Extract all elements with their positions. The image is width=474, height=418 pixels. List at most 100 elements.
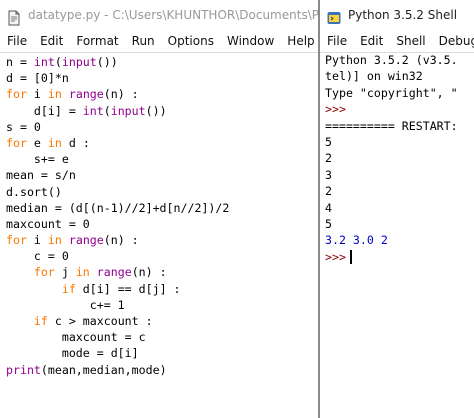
code-line: print(mean,median,mode) — [6, 362, 318, 378]
shell-menu-edit[interactable]: Edit — [353, 30, 383, 52]
code-line: if d[i] == d[j] : — [6, 281, 318, 297]
code-line-token: for — [6, 135, 27, 150]
code-line-token: j — [54, 265, 76, 280]
code-line-token: i — [26, 87, 48, 102]
code-line-token: if — [61, 281, 76, 296]
code-line: maxcount = 0 — [6, 216, 318, 232]
editor-menu-options[interactable]: Options — [161, 30, 214, 52]
shell-title: Python 3.5.2 Shell — [348, 8, 458, 22]
shell-line-token: Python 3.5.2 (v3.5. — [325, 53, 458, 67]
code-line: for i in range(n) : — [6, 232, 318, 248]
code-line-token: d.sort() — [6, 184, 62, 199]
code-line-token: ()) — [96, 55, 118, 69]
shell-line: 5 — [325, 216, 458, 232]
editor-menu-file[interactable]: File — [0, 30, 27, 52]
shell-line: 5 — [325, 134, 458, 150]
code-line-token: if — [33, 314, 48, 328]
code-line: c+= 1 — [6, 297, 318, 313]
code-line-token: median = (d[(n-1)//2]+d[n//2])/2 — [6, 200, 230, 215]
code-line-token: e — [26, 135, 48, 150]
code-line-token: (n) : — [131, 265, 167, 280]
code-line-token: range — [68, 87, 104, 102]
code-line-token: c = 0 — [6, 249, 69, 264]
python-shell-icon — [326, 7, 342, 24]
code-line: for j in range(n) : — [6, 264, 318, 280]
code-line: for e in d : — [6, 135, 318, 151]
editor-menu-help[interactable]: Help — [280, 30, 314, 52]
shell-line-token: ========== RESTART: — [325, 118, 458, 133]
editor-menubar: File Edit Format Run Options Window Help — [0, 30, 318, 53]
code-line-token: i — [26, 233, 48, 248]
shell-line: 2 — [325, 183, 458, 199]
code-line-token: ()) — [145, 103, 167, 118]
code-line-token: c > maxcount : — [47, 314, 153, 328]
editor-menu-run[interactable]: Run — [125, 30, 155, 52]
shell-line: Type "copyright", " — [325, 85, 458, 101]
code-line-token: print — [6, 362, 41, 377]
code-line-token: s+= e — [6, 152, 69, 167]
shell-line-token: tel)] on win32 — [325, 69, 423, 84]
code-line-token: input — [61, 55, 97, 69]
editor-titlebar: datatype.py - C:\Users\KHUNTHOR\Document… — [0, 0, 318, 30]
code-line-token — [6, 265, 34, 279]
shell-line-token: 3 — [325, 167, 332, 182]
code-line-token: mean = s/n — [6, 168, 76, 183]
code-line-token — [90, 265, 97, 279]
shell-menu-shell[interactable]: Shell — [389, 30, 425, 52]
code-line-token: int — [82, 103, 104, 118]
code-line-token — [62, 87, 69, 101]
python-file-icon — [6, 7, 22, 26]
code-line-token: int — [33, 55, 55, 69]
editor-menu-window[interactable]: Window — [220, 30, 274, 52]
shell-line: 2 — [325, 150, 458, 166]
code-line-token: ( — [54, 55, 62, 69]
shell-line-token: >>> — [325, 249, 346, 264]
shell-line: ========== RESTART: — [325, 118, 458, 134]
shell-line: tel)] on win32 — [325, 68, 458, 84]
shell-line: 3 — [325, 167, 458, 183]
shell-line-token: 5 — [325, 135, 332, 150]
code-line-token: for — [6, 87, 27, 102]
shell-line: 3.2 3.0 2 — [325, 232, 458, 248]
code-line-token: d[i] == d[j] : — [75, 281, 181, 296]
code-line-token — [6, 314, 34, 328]
code-line-token: maxcount = c — [6, 330, 146, 345]
code-line-token — [62, 233, 69, 247]
shell-window[interactable]: Python 3.5.2 Shell File Edit Shell Debug Py… — [320, 0, 474, 418]
code-line: median = (d[(n-1)//2]+d[n//2])/2 — [6, 200, 318, 216]
code-line: d.sort() — [6, 184, 318, 200]
code-line-token: for — [33, 265, 55, 280]
shell-line: Python 3.5.2 (v3.5. — [325, 52, 458, 68]
shell-line-token: 2 — [325, 184, 332, 199]
code-line: d = [0]*n — [6, 70, 318, 86]
editor-menu-edit[interactable]: Edit — [33, 30, 63, 52]
shell-line: >>> — [325, 101, 458, 117]
shell-output-area[interactable]: Python 3.5.2 (v3.5. tel)] on win32 Type "c… — [325, 52, 458, 265]
code-line-token — [6, 282, 62, 296]
code-line-token: input — [110, 103, 146, 118]
shell-line-token: 2 — [325, 151, 332, 166]
editor-title: datatype.py - C:\Users\KHUNTHOR\Document… — [28, 8, 318, 22]
code-line-token: (n) : — [103, 87, 139, 102]
shell-menu-debug[interactable]: Debug — [432, 30, 474, 52]
code-line-token: s = 0 — [6, 119, 41, 134]
code-line: d[i] = int(input()) — [6, 103, 318, 119]
shell-menu-file[interactable]: File — [320, 30, 347, 52]
shell-line-token: 4 — [325, 200, 332, 215]
shell-line: 4 — [325, 200, 458, 216]
code-line-token: (n) : — [103, 233, 139, 248]
code-line-token: d : — [61, 135, 90, 150]
code-line-token: ( — [103, 103, 111, 118]
code-editor-area[interactable]: n = int(input()) d = [0]*n for i in range(… — [6, 54, 318, 418]
code-line-token: d[i] = — [6, 103, 83, 118]
code-line-token: n = — [6, 55, 34, 69]
code-line-token: in — [47, 135, 62, 150]
code-line: n = int(input()) — [6, 54, 318, 70]
code-line-token: c+= 1 — [6, 297, 125, 312]
editor-window[interactable]: datatype.py - C:\Users\KHUNTHOR\Document… — [0, 0, 318, 418]
code-line-token: range — [68, 233, 104, 248]
editor-menu-format[interactable]: Format — [69, 30, 118, 52]
text-cursor — [349, 250, 352, 265]
code-line: mode = d[i] — [6, 345, 318, 361]
code-line: if c > maxcount : — [6, 313, 318, 329]
